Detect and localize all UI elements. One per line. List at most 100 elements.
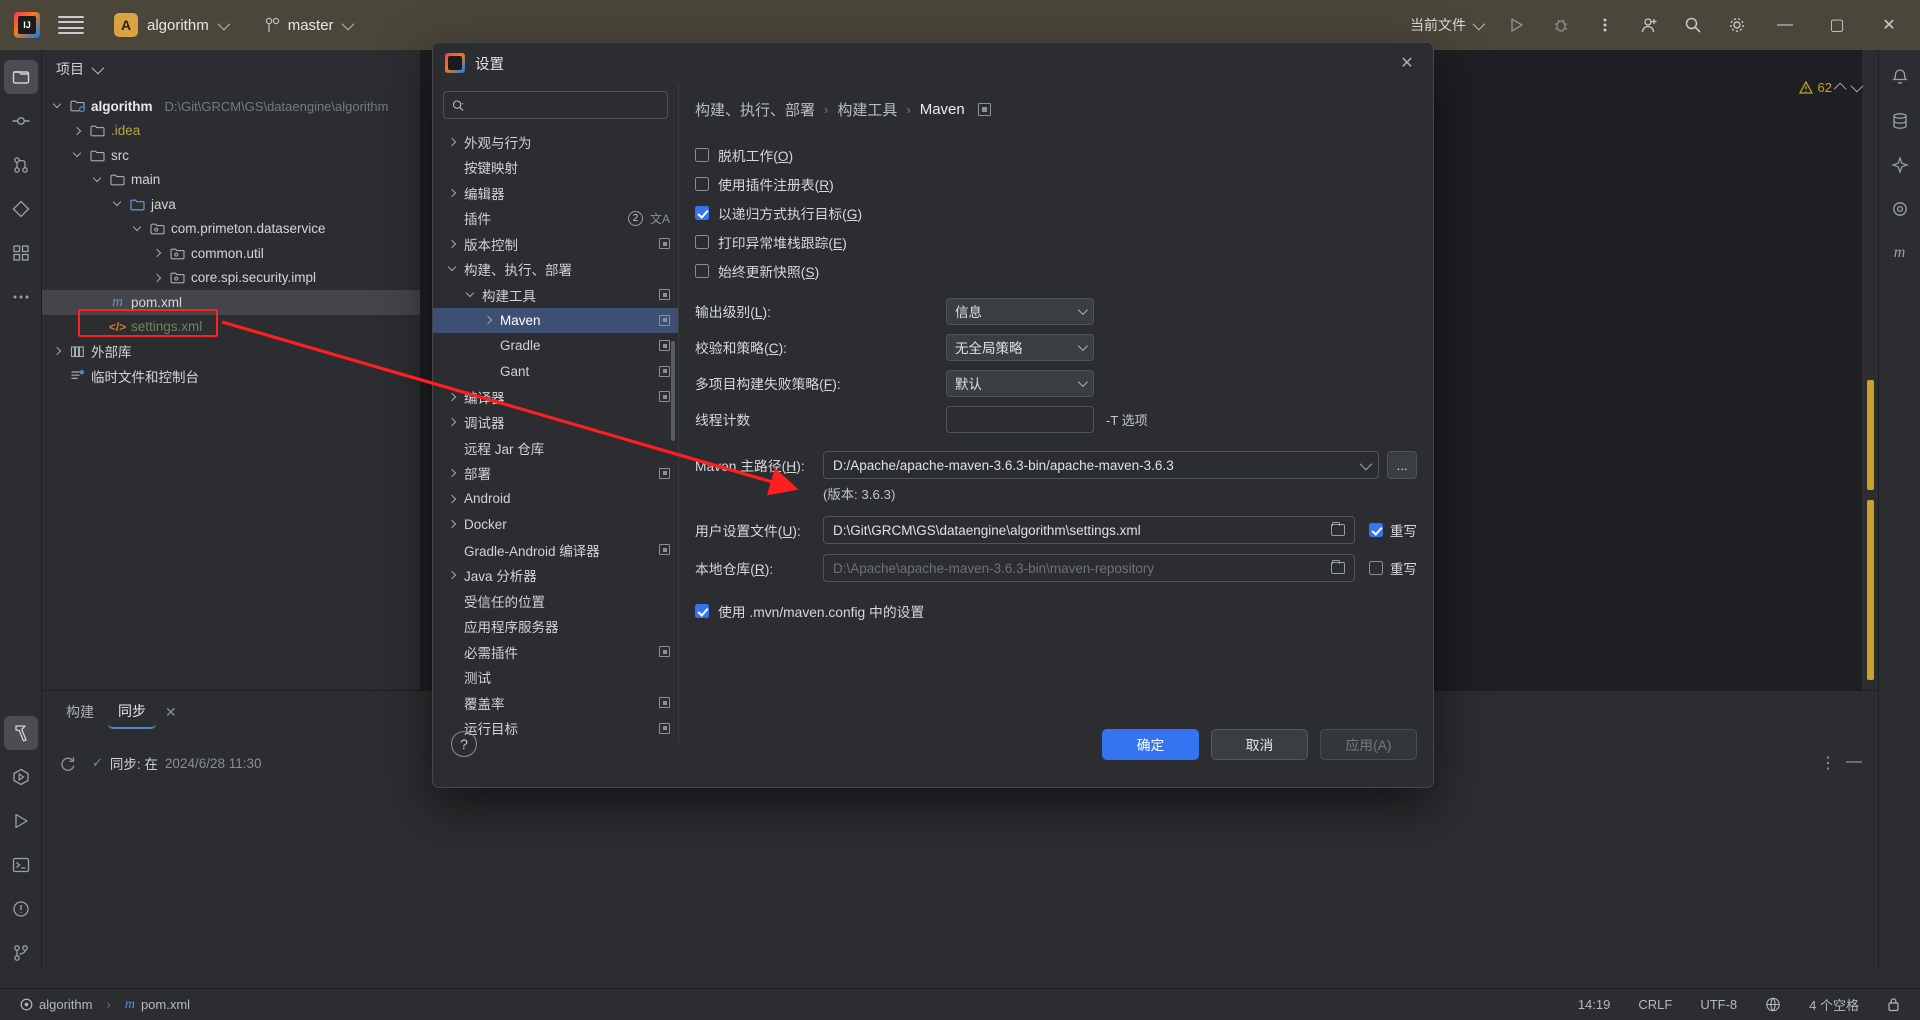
settings-nav-item-maven[interactable]: Maven	[433, 308, 678, 334]
breadcrumb-item[interactable]: 构建工具	[837, 99, 897, 120]
maximize-window-button[interactable]: ▢	[1814, 0, 1860, 50]
folder-icon[interactable]	[1331, 524, 1345, 536]
settings-nav-item-插件[interactable]: 插件2文A	[433, 206, 678, 232]
chevron-right-icon[interactable]	[50, 344, 64, 358]
cancel-button[interactable]: 取消	[1211, 729, 1308, 760]
more-vertical-icon[interactable]	[1586, 6, 1624, 44]
chevron-right-icon[interactable]	[445, 237, 458, 250]
settings-nav-item-docker[interactable]: Docker	[433, 512, 678, 538]
ai-assistant-icon[interactable]	[1883, 148, 1917, 182]
services-icon[interactable]	[4, 760, 38, 794]
settings-search-box[interactable]	[443, 91, 668, 119]
chevron-right-icon[interactable]	[445, 135, 458, 148]
caret-position[interactable]: 14:19	[1572, 995, 1617, 1014]
structure-icon[interactable]	[4, 236, 38, 270]
settings-nav-item-远程-jar-仓库[interactable]: 远程 Jar 仓库	[433, 435, 678, 461]
settings-nav-item-编译器[interactable]: 编译器	[433, 384, 678, 410]
chevron-down-icon[interactable]	[90, 173, 104, 187]
run-icon[interactable]	[1498, 6, 1536, 44]
tree-item-main[interactable]: main	[42, 168, 420, 193]
language-icon[interactable]	[1759, 995, 1787, 1014]
maven-select-2[interactable]: 无全局策略	[946, 334, 1094, 361]
chevron-right-icon[interactable]	[150, 271, 164, 285]
tree-item-common-util[interactable]: common.util	[42, 241, 420, 266]
problems-icon[interactable]	[4, 892, 38, 926]
breadcrumb-item[interactable]: 构建、执行、部署	[695, 99, 815, 120]
settings-nav-item-gant[interactable]: Gant	[433, 359, 678, 385]
more-vertical-icon[interactable]: ⋮	[1820, 753, 1836, 773]
account-icon[interactable]	[1630, 6, 1668, 44]
tree-item-algorithm[interactable]: algorithmD:\Git\GRCM\GS\dataengine\algor…	[42, 94, 420, 119]
settings-nav-item-调试器[interactable]: 调试器	[433, 410, 678, 436]
settings-nav-item-按键映射[interactable]: 按键映射	[433, 155, 678, 181]
branch-selector[interactable]: master	[257, 13, 359, 38]
tree-item-settings-xml[interactable]: </>settings.xml	[42, 315, 420, 340]
chevron-right-icon[interactable]	[445, 518, 458, 531]
settings-nav-item-gradle[interactable]: Gradle	[433, 333, 678, 359]
tree-item--idea[interactable]: .idea	[42, 119, 420, 144]
maven-select-1[interactable]: 信息	[946, 298, 1094, 325]
tree-item-java[interactable]: java	[42, 192, 420, 217]
close-icon[interactable]: ✕	[1393, 49, 1421, 77]
status-file-crumb[interactable]: m pom.xml	[119, 995, 196, 1015]
maven-home-input[interactable]: D:/Apache/apache-maven-3.6.3-bin/apache-…	[823, 451, 1379, 479]
minimize-icon[interactable]: —	[1846, 753, 1862, 773]
chevron-down-icon[interactable]	[110, 197, 124, 211]
tree-item-临时文件和控制台[interactable]: 临时文件和控制台	[42, 364, 420, 389]
help-button[interactable]: ?	[451, 731, 477, 757]
chevron-right-icon[interactable]	[445, 467, 458, 480]
debug-icon[interactable]	[1542, 6, 1580, 44]
nav-scrollbar[interactable]	[671, 341, 675, 441]
chevron-down-icon[interactable]	[445, 263, 458, 276]
breadcrumb-item[interactable]: Maven	[920, 101, 965, 118]
chevron-down-icon[interactable]	[50, 99, 64, 113]
local-repo-input[interactable]: D:\Apache\apache-maven-3.6.3-bin\maven-r…	[823, 554, 1355, 582]
tree-item-core-spi-security-impl[interactable]: core.spi.security.impl	[42, 266, 420, 291]
settings-nav-item-android[interactable]: Android	[433, 486, 678, 512]
maven-checkbox-3[interactable]: 以递归方式执行目标(G)	[695, 198, 1417, 227]
chevron-right-icon[interactable]	[445, 416, 458, 429]
terminal-icon[interactable]	[4, 848, 38, 882]
close-window-button[interactable]: ✕	[1866, 0, 1912, 50]
settings-nav-item-java-分析器[interactable]: Java 分析器	[433, 563, 678, 589]
lock-icon[interactable]	[1881, 995, 1906, 1014]
refresh-icon[interactable]	[56, 752, 78, 774]
apply-button[interactable]: 应用(A)	[1320, 729, 1417, 760]
tab-sync[interactable]: 同步	[108, 695, 156, 729]
run-tool-icon[interactable]	[4, 804, 38, 838]
pull-requests-icon[interactable]	[4, 148, 38, 182]
local-repo-override-checkbox[interactable]: 重写	[1369, 558, 1417, 578]
settings-nav-item-构建-执行-部署[interactable]: 构建、执行、部署	[433, 257, 678, 283]
database-icon[interactable]	[1883, 104, 1917, 138]
settings-nav-item-应用程序服务器[interactable]: 应用程序服务器	[433, 614, 678, 640]
hamburger-menu-icon[interactable]	[58, 16, 84, 34]
settings-nav-item-测试[interactable]: 测试	[433, 665, 678, 691]
settings-nav-item-外观与行为[interactable]: 外观与行为	[433, 129, 678, 155]
chevron-down-icon[interactable]	[130, 222, 144, 236]
chevron-right-icon[interactable]	[445, 390, 458, 403]
mvn-config-checkbox[interactable]: 使用 .mvn/maven.config 中的设置	[695, 596, 1417, 625]
search-icon[interactable]	[1674, 6, 1712, 44]
settings-nav-item-构建工具[interactable]: 构建工具	[433, 282, 678, 308]
line-separator[interactable]: CRLF	[1632, 995, 1678, 1014]
version-control-icon[interactable]	[4, 936, 38, 970]
chevron-right-icon[interactable]	[445, 186, 458, 199]
close-icon[interactable]: ✕	[160, 704, 182, 721]
user-settings-override-checkbox[interactable]: 重写	[1369, 520, 1417, 540]
tree-item-外部库[interactable]: 外部库	[42, 339, 420, 364]
user-settings-input[interactable]: D:\Git\GRCM\GS\dataengine\algorithm\sett…	[823, 516, 1355, 544]
settings-nav-item-受信任的位置[interactable]: 受信任的位置	[433, 588, 678, 614]
status-project-crumb[interactable]: algorithm	[14, 995, 98, 1014]
settings-nav-item-必需插件[interactable]: 必需插件	[433, 639, 678, 665]
commit-tool-icon[interactable]	[4, 104, 38, 138]
project-scope-icon[interactable]	[978, 103, 991, 116]
analyze-icon[interactable]	[4, 192, 38, 226]
maven-home-browse-button[interactable]: ...	[1387, 451, 1417, 479]
maven-checkbox-2[interactable]: 使用插件注册表(R)	[695, 169, 1417, 198]
ok-button[interactable]: 确定	[1102, 729, 1199, 760]
minimize-window-button[interactable]: —	[1762, 0, 1808, 50]
tree-item-src[interactable]: src	[42, 143, 420, 168]
settings-nav-item-编辑器[interactable]: 编辑器	[433, 180, 678, 206]
chevron-right-icon[interactable]	[150, 246, 164, 260]
project-tool-icon[interactable]	[4, 60, 38, 94]
